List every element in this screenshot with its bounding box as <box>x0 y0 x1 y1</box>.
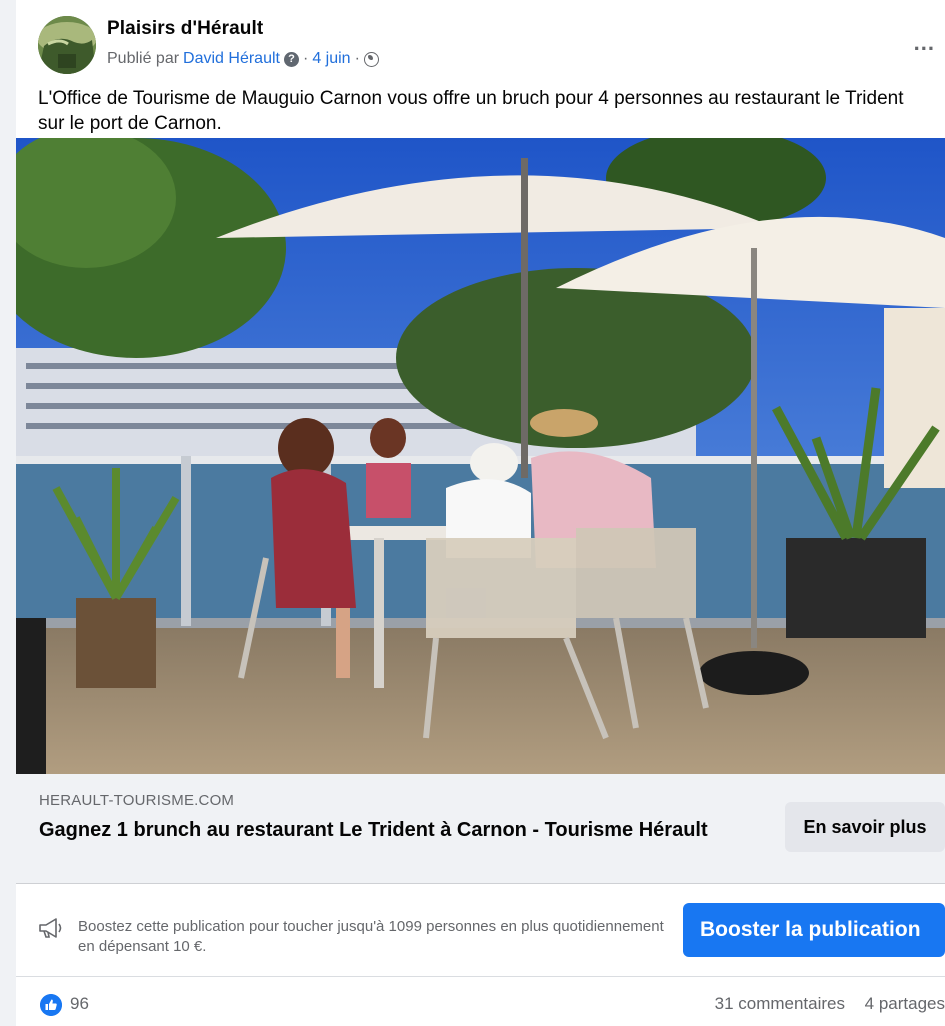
link-domain: HERAULT-TOURISME.COM <box>39 792 235 809</box>
globe-icon <box>363 51 379 67</box>
post-date-link[interactable]: 4 juin <box>312 50 350 68</box>
page-avatar[interactable] <box>38 16 96 74</box>
boost-post-button[interactable]: Booster la publication <box>683 903 945 957</box>
link-title[interactable]: Gagnez 1 brunch au restaurant Le Trident… <box>39 817 739 844</box>
meta-separator: · <box>354 50 360 67</box>
learn-more-button[interactable]: En savoir plus <box>785 802 945 852</box>
megaphone-icon <box>39 918 62 938</box>
link-preview[interactable]: HERAULT-TOURISME.COM Gagnez 1 brunch au … <box>16 774 945 884</box>
author-link[interactable]: David Hérault <box>183 50 280 68</box>
boost-section: Boostez cette publication pour toucher j… <box>16 885 945 977</box>
shares-count[interactable]: 4 partages <box>865 994 945 1014</box>
published-by-label: Publié par <box>107 50 180 67</box>
question-icon[interactable]: ? <box>283 51 299 67</box>
post-card: Plaisirs d'Hérault Publié par David Héra… <box>16 0 945 1026</box>
post-text: L'Office de Tourisme de Mauguio Carnon v… <box>38 88 904 134</box>
meta-separator: · <box>302 50 309 67</box>
boost-description: Boostez cette publication pour toucher j… <box>78 918 664 955</box>
like-count[interactable]: 96 <box>70 994 89 1014</box>
more-options-icon[interactable]: ... <box>914 30 935 56</box>
page-name-link[interactable]: Plaisirs d'Hérault <box>107 18 263 40</box>
engagement-bar: 96 31 commentaires 4 partages <box>16 978 945 1026</box>
post-meta: Publié par David Hérault ? · 4 juin · <box>107 50 379 68</box>
feed-gutter <box>0 0 16 1026</box>
post-photo[interactable] <box>16 138 945 774</box>
comments-count[interactable]: 31 commentaires <box>715 994 845 1014</box>
like-icon[interactable] <box>40 994 62 1016</box>
